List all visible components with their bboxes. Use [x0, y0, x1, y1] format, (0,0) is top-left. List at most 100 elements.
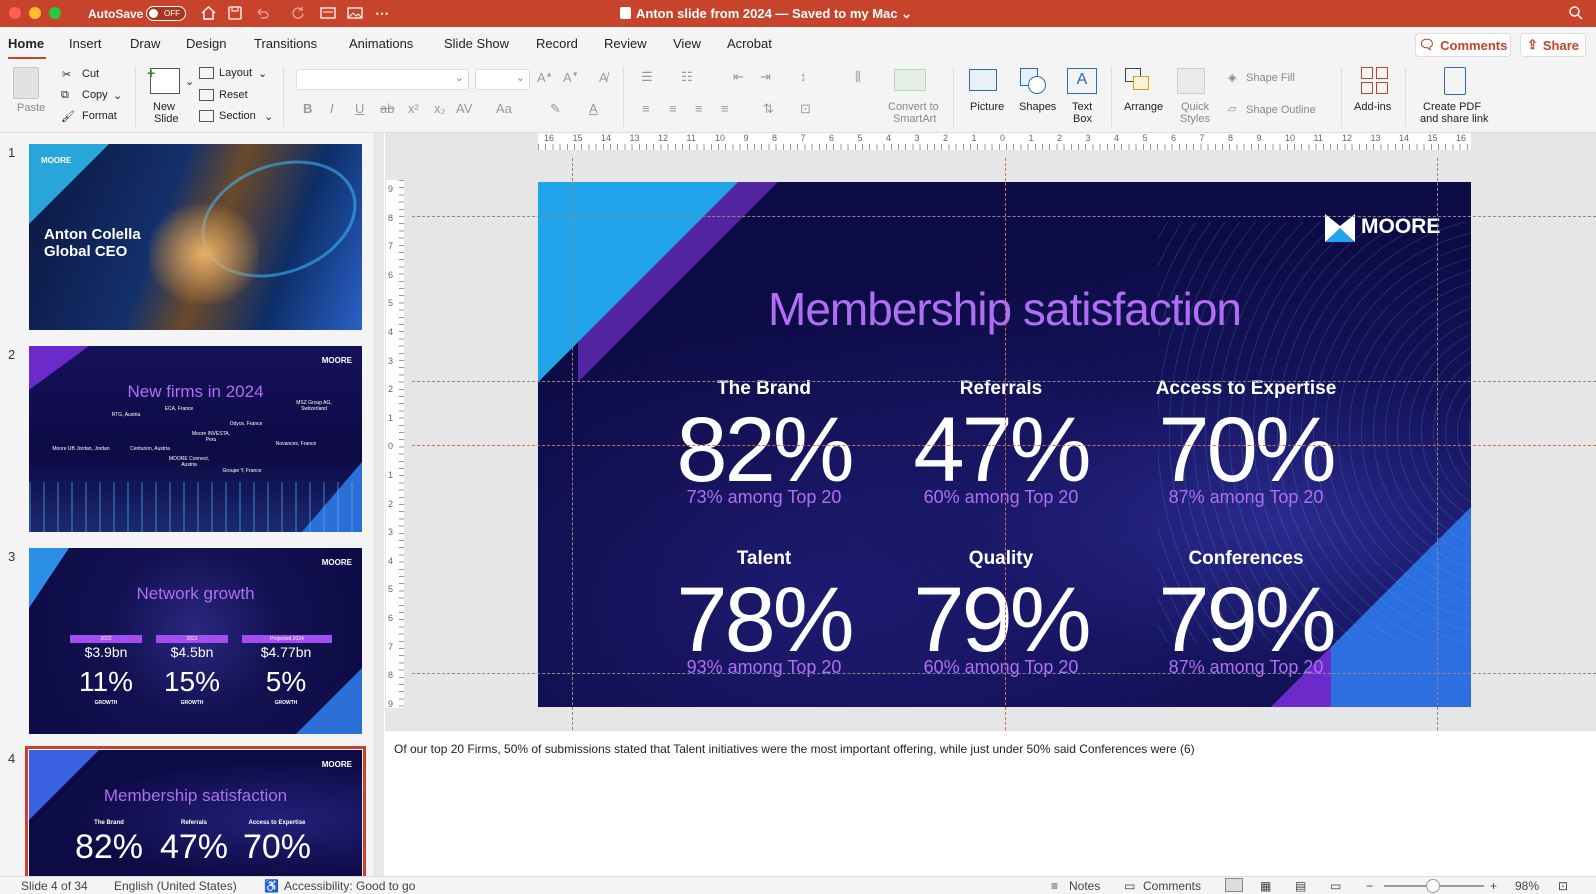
character-spacing-icon[interactable]: AV	[456, 101, 472, 116]
change-case-icon[interactable]: Aa	[496, 101, 512, 116]
tab-slide-show[interactable]: Slide Show	[444, 36, 509, 51]
create-pdf-label-2[interactable]: and share link	[1420, 113, 1489, 125]
copy-icon[interactable]: ⧉	[61, 89, 69, 102]
create-pdf-label-1[interactable]: Create PDF	[1423, 101, 1481, 113]
italic-icon[interactable]: I	[330, 101, 334, 116]
shape-fill-icon[interactable]: ◈	[1228, 71, 1236, 84]
strikethrough-icon[interactable]: ab	[380, 101, 394, 116]
close-window-button[interactable]	[9, 7, 21, 19]
tab-acrobat[interactable]: Acrobat	[727, 36, 772, 51]
share-button[interactable]: ⇪ Share	[1520, 33, 1586, 57]
layout-button[interactable]: Layout	[219, 67, 252, 79]
search-icon[interactable]	[1566, 4, 1586, 22]
redo-icon[interactable]	[288, 4, 308, 22]
stat-value-talent[interactable]: 78%	[634, 574, 894, 666]
stat-sub-expertise[interactable]: 87% among Top 20	[1116, 487, 1376, 508]
accessibility-status[interactable]: Accessibility: Good to go	[284, 879, 415, 893]
chevron-down-icon[interactable]: ⌄	[898, 6, 912, 21]
reset-button[interactable]: Reset	[219, 89, 248, 101]
stat-label-conferences[interactable]: Conferences	[1116, 548, 1376, 570]
quick-styles-label-2[interactable]: Styles	[1180, 113, 1210, 125]
comments-icon[interactable]: ▭	[1124, 879, 1135, 893]
shape-outline-icon[interactable]: ▱	[1228, 102, 1236, 115]
zoom-slider-thumb[interactable]	[1426, 879, 1440, 893]
stat-value-expertise[interactable]: 70%	[1116, 404, 1376, 496]
add-ins-icon[interactable]	[1361, 67, 1389, 95]
new-slide-label-1[interactable]: New	[153, 101, 175, 113]
picture-icon[interactable]	[969, 69, 997, 91]
zoom-window-button[interactable]	[49, 7, 61, 19]
tab-design[interactable]: Design	[186, 36, 226, 51]
undo-icon[interactable]	[252, 4, 272, 22]
chevron-down-icon[interactable]: ⌄	[185, 75, 194, 88]
home-icon[interactable]	[198, 4, 218, 22]
tab-transitions[interactable]: Transitions	[254, 36, 317, 51]
cut-button[interactable]: Cut	[82, 68, 99, 80]
guide-horizontal[interactable]	[412, 381, 1596, 382]
decrease-indent-icon[interactable]: ⇤	[733, 69, 744, 85]
new-slide-label-2[interactable]: Slide	[154, 113, 178, 125]
highlight-icon[interactable]: ✎	[550, 101, 561, 117]
stat-sub-referrals[interactable]: 60% among Top 20	[871, 487, 1131, 508]
paste-button[interactable]: Paste	[17, 102, 45, 114]
notes-text[interactable]: Of our top 20 Firms, 50% of submissions …	[394, 742, 1195, 756]
increase-font-size-icon[interactable]: A▲	[537, 70, 553, 85]
new-slide-icon[interactable]: +	[147, 65, 180, 94]
copy-button[interactable]: Copy	[82, 89, 108, 101]
chevron-down-icon[interactable]: ⌄	[113, 89, 122, 102]
shape-outline-button[interactable]: Shape Outline	[1246, 104, 1316, 116]
arrange-button[interactable]: Arrange	[1124, 101, 1163, 113]
align-center-icon[interactable]: ≡	[669, 101, 677, 116]
create-pdf-icon[interactable]	[1444, 67, 1466, 95]
tab-insert[interactable]: Insert	[69, 36, 102, 51]
zoom-out-icon[interactable]: −	[1366, 879, 1373, 893]
stat-value-referrals[interactable]: 47%	[871, 404, 1131, 496]
font-color-icon[interactable]: A	[589, 101, 598, 116]
present-icon[interactable]	[318, 4, 338, 22]
stat-sub-conferences[interactable]: 87% among Top 20	[1116, 657, 1376, 678]
guide-horizontal-center[interactable]	[412, 445, 1596, 446]
format-painter-button[interactable]: Format	[82, 110, 117, 122]
guide-horizontal[interactable]	[412, 216, 1596, 217]
notes-icon[interactable]: ≡	[1051, 879, 1058, 893]
font-name-select[interactable]: ⌄	[296, 69, 469, 90]
language-status[interactable]: English (United States)	[114, 879, 237, 893]
autosave-toggle[interactable]: OFF	[146, 6, 186, 21]
comments-button[interactable]: 🗨 Comments	[1415, 33, 1511, 57]
stat-label-quality[interactable]: Quality	[871, 548, 1131, 570]
slide-show-icon[interactable]: ▭	[1330, 879, 1341, 893]
picture-button[interactable]: Picture	[970, 101, 1004, 113]
bullets-icon[interactable]: ☰	[641, 69, 653, 85]
more-icon[interactable]: ⋯	[372, 4, 392, 22]
pane-splitter[interactable]	[374, 133, 384, 876]
clear-formatting-icon[interactable]: A̸	[599, 70, 608, 85]
subscript-icon[interactable]: x₂	[434, 101, 446, 116]
slide-thumbnail-3[interactable]: MOORE Network growth 2022 2023 Projected…	[29, 548, 362, 734]
slide-sorter-icon[interactable]: ▦	[1260, 879, 1271, 893]
tab-view[interactable]: View	[673, 36, 701, 51]
chevron-down-icon[interactable]: ⌄	[258, 67, 267, 80]
numbering-icon[interactable]: ☷	[681, 69, 693, 85]
chevron-down-icon[interactable]: ⌄	[264, 110, 273, 123]
increase-indent-icon[interactable]: ⇥	[760, 69, 771, 85]
smartart-icon[interactable]	[894, 69, 926, 91]
stat-sub-quality[interactable]: 60% among Top 20	[871, 657, 1131, 678]
font-size-select[interactable]: ⌄	[475, 69, 530, 90]
tab-review[interactable]: Review	[604, 36, 647, 51]
stat-value-brand[interactable]: 82%	[634, 404, 894, 496]
section-icon[interactable]	[199, 110, 214, 122]
stat-value-conferences[interactable]: 79%	[1116, 574, 1376, 666]
justify-icon[interactable]: ≡	[721, 101, 729, 116]
zoom-in-icon[interactable]: +	[1490, 879, 1497, 893]
text-direction-icon[interactable]: ⇅	[763, 101, 774, 117]
slide-thumbnail-2[interactable]: MOORE New firms in 2024 RTG, Austria ECA…	[29, 346, 362, 532]
shapes-button[interactable]: Shapes	[1019, 101, 1056, 113]
tab-animations[interactable]: Animations	[349, 36, 413, 51]
minimize-window-button[interactable]	[29, 7, 41, 19]
guide-horizontal[interactable]	[412, 673, 1596, 674]
add-ins-button[interactable]: Add-ins	[1354, 101, 1391, 113]
fit-to-window-icon[interactable]: ⊡	[1558, 879, 1568, 893]
format-painter-icon[interactable]: 🖌	[61, 110, 75, 123]
guide-vertical[interactable]	[572, 158, 573, 730]
comments-toggle[interactable]: Comments	[1143, 879, 1201, 893]
